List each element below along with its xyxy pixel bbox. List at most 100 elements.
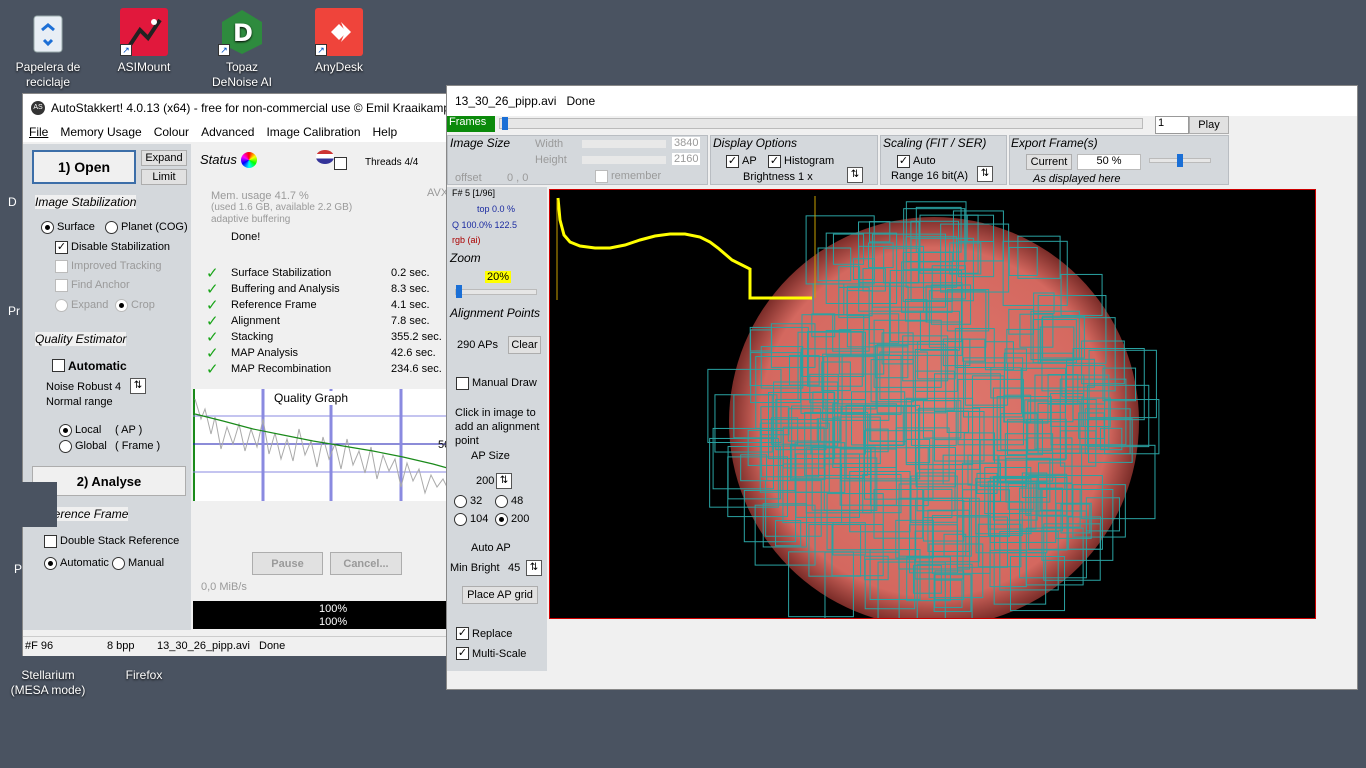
pause-button[interactable]: Pause [252, 552, 323, 575]
click-help-text: Click in image to add an alignment point [455, 407, 540, 447]
multiscale-checkbox[interactable] [456, 647, 469, 660]
menu-help[interactable]: Help [373, 125, 398, 139]
auto-ap-label: Auto AP [471, 542, 511, 554]
ap-size-value: 200 [476, 475, 495, 487]
range-spinner[interactable]: ⇅ [977, 166, 993, 182]
flag-checkbox[interactable] [334, 157, 347, 170]
scaling-heading: Scaling (FIT / SER) [883, 136, 987, 150]
ap-size-200-radio[interactable] [495, 513, 508, 526]
step-time: 234.6 sec. [391, 363, 442, 375]
current-button[interactable]: Current [1026, 154, 1072, 170]
desktop-icon-topaz[interactable]: D ↗ Topaz DeNoise AI [202, 8, 282, 90]
auto-scaling-checkbox[interactable] [897, 155, 910, 168]
histogram-checkbox[interactable] [768, 155, 781, 168]
disable-stabilization-checkbox[interactable] [55, 241, 68, 254]
min-bright-spinner[interactable]: ⇅ [526, 560, 542, 576]
topaz-icon: D ↗ [218, 8, 266, 56]
export-percent[interactable]: 50 % [1077, 154, 1141, 170]
local-radio[interactable] [59, 424, 72, 437]
planet-radio[interactable] [105, 221, 118, 234]
ap-size-48-radio[interactable] [495, 495, 508, 508]
global-radio[interactable] [59, 440, 72, 453]
step-name: Stacking [231, 331, 274, 343]
threads-label: Threads 4/4 [365, 157, 419, 168]
noise-robust-value: 4 [115, 381, 122, 393]
display-options-heading: Display Options [713, 136, 798, 150]
height-value[interactable]: 2160 [672, 153, 701, 165]
play-button[interactable]: Play [1189, 116, 1229, 134]
menu-advanced[interactable]: Advanced [201, 125, 254, 139]
height-slider[interactable] [582, 156, 666, 164]
menu-colour[interactable]: Colour [154, 125, 189, 139]
memory-usage-line2: (used 1.6 GB, available 2.2 GB) [211, 202, 353, 213]
automatic-checkbox[interactable] [52, 359, 65, 372]
local-ap-label: ( AP ) [115, 424, 143, 436]
width-value[interactable]: 3840 [672, 137, 701, 149]
menu-file[interactable]: File [29, 125, 48, 139]
place-ap-grid-button[interactable]: Place AP grid [462, 586, 538, 604]
brightness-spinner[interactable]: ⇅ [847, 167, 863, 183]
zoom-slider-thumb[interactable] [456, 285, 462, 298]
local-label: Local [75, 424, 102, 436]
crop-radio[interactable] [115, 299, 128, 312]
frame-info-3: Q 100.0% 122.5 [452, 220, 518, 230]
image-canvas-frame [549, 189, 1316, 619]
frame-number-input[interactable]: 1 [1155, 116, 1189, 134]
memory-usage-line1: Mem. usage 41.7 % [211, 190, 309, 202]
step-name: Buffering and Analysis [231, 283, 340, 295]
desktop-icon-asimount[interactable]: ↗ ASIMount [104, 8, 184, 75]
manual-draw-label: Manual Draw [472, 377, 537, 389]
remember-checkbox[interactable] [595, 170, 608, 183]
frames-slider-thumb[interactable] [502, 117, 508, 130]
desktop-icon-stellarium[interactable]: Stellarium (MESA mode) [8, 652, 88, 698]
status-bar: #F 96 8 bpp 13_30_26_pipp.avi Done [23, 636, 451, 656]
menu-image-calibration[interactable]: Image Calibration [266, 125, 360, 139]
desktop-icon-recycle-bin[interactable]: Papelera de reciclaje [8, 8, 88, 90]
improved-tracking-label: Improved Tracking [71, 260, 162, 272]
find-anchor-checkbox[interactable] [55, 279, 68, 292]
global-label: Global [75, 440, 107, 452]
frame-info-1: F# 5 [1/96] [452, 188, 496, 198]
expand-radio[interactable] [55, 299, 68, 312]
automatic-ref-radio[interactable] [44, 557, 57, 570]
svg-text:D: D [233, 19, 253, 47]
progress-line2: 100% [319, 616, 348, 628]
image-canvas[interactable] [550, 190, 1315, 618]
noise-robust-spinner[interactable]: ⇅ [130, 378, 146, 394]
open-button[interactable]: 1) Open [32, 150, 136, 184]
global-frame-label: ( Frame ) [115, 440, 161, 452]
ap-count: 290 APs [457, 339, 498, 351]
ap-display-checkbox[interactable] [726, 155, 739, 168]
desktop-icon-anydesk[interactable]: ↗ AnyDesk [299, 8, 379, 75]
expand-button[interactable]: Expand [141, 150, 187, 166]
desktop-dark-tile [22, 482, 57, 527]
desktop-partial-text: Pr [8, 304, 20, 318]
zoom-slider-track[interactable] [455, 289, 537, 295]
desktop-icon-firefox[interactable]: Firefox [104, 652, 184, 683]
manual-draw-checkbox[interactable] [456, 377, 469, 390]
ap-size-spinner[interactable]: ⇅ [496, 473, 512, 489]
ap-size-32-radio[interactable] [454, 495, 467, 508]
clear-aps-button[interactable]: Clear [508, 336, 541, 354]
replace-checkbox[interactable] [456, 627, 469, 640]
desktop-partial-text: D [8, 195, 17, 209]
improved-tracking-checkbox[interactable] [55, 260, 68, 273]
ap-size-104-radio[interactable] [454, 513, 467, 526]
export-slider-thumb[interactable] [1177, 154, 1183, 167]
frame-info-4: rgb (ai) [452, 235, 481, 245]
menu-memory-usage[interactable]: Memory Usage [60, 125, 141, 139]
offset-label: offset [455, 172, 482, 184]
anydesk-icon: ↗ [315, 8, 363, 56]
surface-radio[interactable] [41, 221, 54, 234]
main-titlebar: AS AutoStakkert! 4.0.13 (x64) - free for… [23, 94, 451, 122]
image-stabilization-heading: Image Stabilization [35, 195, 137, 209]
limit-button[interactable]: Limit [141, 169, 187, 185]
ap-size-label: AP Size [471, 450, 510, 462]
width-slider[interactable] [582, 140, 666, 148]
frames-slider-track[interactable] [499, 118, 1143, 129]
step-time: 42.6 sec. [391, 347, 436, 359]
remember-label: remember [611, 170, 662, 182]
double-stack-checkbox[interactable] [44, 535, 57, 548]
cancel-button[interactable]: Cancel... [330, 552, 402, 575]
manual-ref-radio[interactable] [112, 557, 125, 570]
